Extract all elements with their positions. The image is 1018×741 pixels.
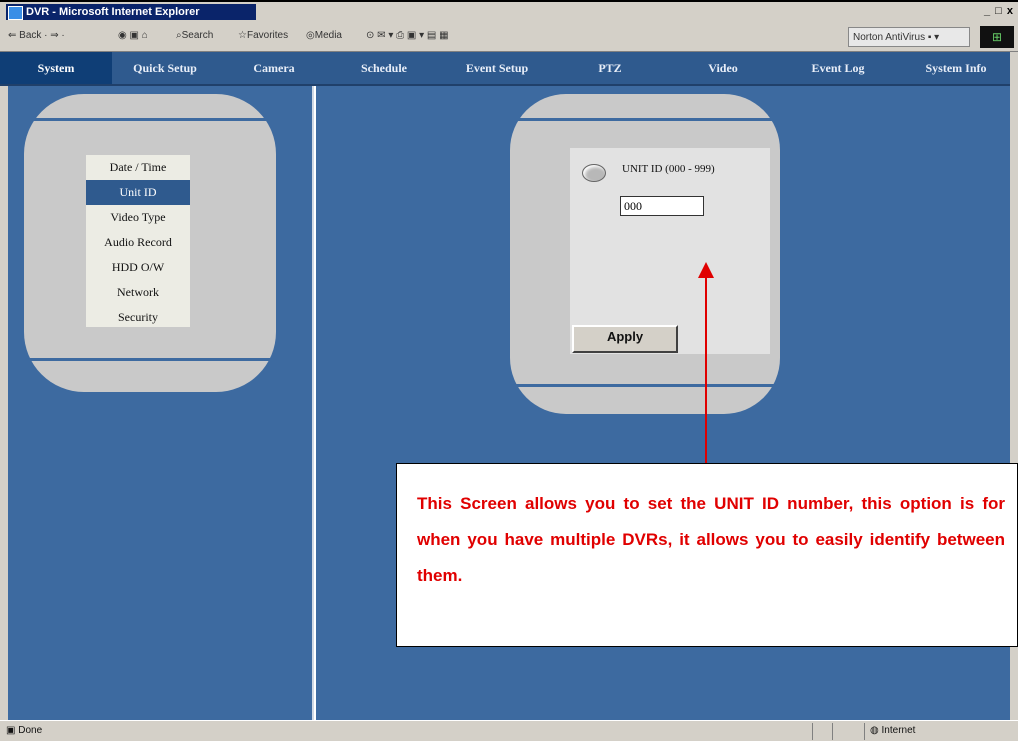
security-zone: ◍ Internet [870,725,916,736]
media-button[interactable]: ◎Media [306,30,342,41]
annotation-callout: This Screen allows you to set the UNIT I… [396,463,1018,647]
tab-quick-setup[interactable]: Quick Setup [112,52,218,84]
globe-icon: ◍ [870,725,882,736]
card-top-rule [510,118,780,121]
ie-icon [8,6,23,20]
menu-item-unit-id[interactable]: Unit ID [86,180,190,205]
tab-event-log[interactable]: Event Log [782,52,894,84]
tab-system-info[interactable]: System Info [894,52,1018,84]
tab-schedule[interactable]: Schedule [330,52,438,84]
window-title: DVR - Microsoft Internet Explorer [6,4,256,20]
menu-item-audio-record[interactable]: Audio Record [86,230,190,255]
tab-system[interactable]: System [0,52,112,84]
menu-item-hdd-ow[interactable]: HDD O/W [86,255,190,280]
window-controls[interactable]: _ □ x [984,5,1014,17]
card-bottom-rule [510,384,780,387]
windows-logo-icon: ⊞ [980,26,1014,48]
norton-antivirus-button[interactable]: Norton AntiVirus ▪ ▾ [848,27,970,47]
unit-id-input[interactable]: 000 [620,196,704,216]
left-frame-edge [0,86,8,720]
media-icon: ◎ [306,30,315,41]
menu-item-date-time[interactable]: Date / Time [86,155,190,180]
tab-event-setup[interactable]: Event Setup [438,52,556,84]
favorites-button[interactable]: ☆Favorites [238,30,288,41]
title-bar: DVR - Microsoft Internet Explorer _ □ x [0,0,1018,22]
tab-camera[interactable]: Camera [218,52,330,84]
window-title-text: DVR - Microsoft Internet Explorer [26,6,200,18]
unit-id-label: UNIT ID (000 - 999) [622,163,715,175]
menu-item-video-type[interactable]: Video Type [86,205,190,230]
browser-toolbar: ⇐ Back · ⇒ · ◉ ▣ ⌂ ⌕Search ☆Favorites ◎M… [0,22,1018,52]
menu-item-security[interactable]: Security [86,305,190,330]
status-text: ▣ Done [6,725,43,736]
settings-menu: Date / Time Unit ID Video Type Audio Rec… [86,155,190,327]
unit-id-radio[interactable] [582,164,606,182]
status-bar: ▣ Done ◍ Internet [0,720,1018,741]
main-nav: System Quick Setup Camera Schedule Event… [0,52,1018,86]
status-divider [864,723,865,740]
stop-refresh-home-icons[interactable]: ◉ ▣ ⌂ [118,30,148,41]
tab-ptz[interactable]: PTZ [556,52,664,84]
annotation-arrow-line [705,276,707,464]
status-divider [832,723,833,740]
card-top-rule [24,118,276,121]
page-icon: ▣ [6,725,19,736]
star-icon: ☆ [238,30,247,41]
back-forward-buttons[interactable]: ⇐ Back · ⇒ · [8,30,65,41]
search-button[interactable]: ⌕Search [176,30,213,41]
history-mail-print-icons[interactable]: ⊙ ✉ ▾ ⎙ ▣ ▾ ▤ ▦ [366,30,449,41]
tab-video[interactable]: Video [664,52,782,84]
card-bottom-rule [24,358,276,361]
status-divider [812,723,813,740]
apply-button[interactable]: Apply [572,325,678,353]
menu-item-network[interactable]: Network [86,280,190,305]
